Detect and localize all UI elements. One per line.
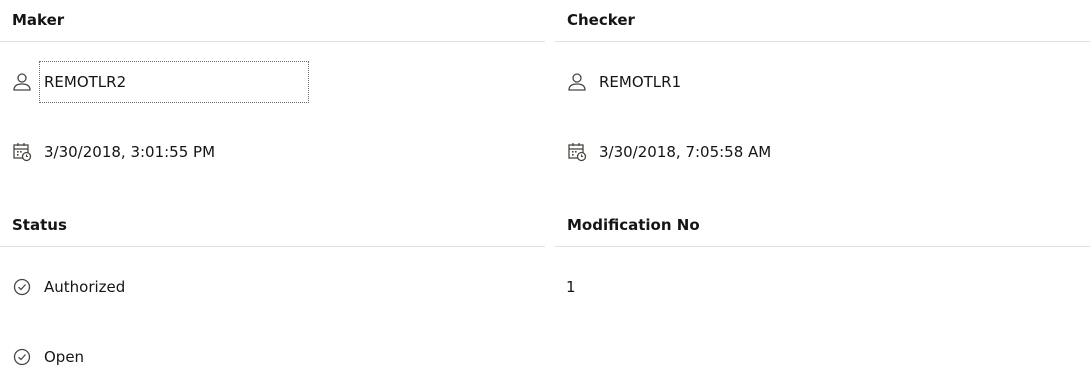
checker-timestamp: 3/30/2018, 7:05:58 AM: [599, 143, 772, 161]
checker-user-name: REMOTLR1: [599, 73, 682, 91]
status-label: Authorized: [44, 278, 126, 296]
status-item-open: Open: [10, 340, 84, 374]
maker-date-row: 3/30/2018, 3:01:55 PM: [10, 135, 215, 169]
maker-user-name: REMOTLR2: [44, 73, 127, 91]
maker-title: Maker: [12, 11, 65, 29]
modification-number: 1: [566, 278, 576, 296]
user-icon: [565, 70, 589, 94]
check-circle-icon: [10, 345, 34, 369]
checker-title: Checker: [567, 11, 635, 29]
maker-timestamp: 3/30/2018, 3:01:55 PM: [44, 143, 216, 161]
check-circle-icon: [10, 275, 34, 299]
checker-date-row: 3/30/2018, 7:05:58 AM: [565, 135, 771, 169]
modification-section: Modification No: [555, 205, 1090, 365]
maker-divider: [0, 41, 545, 42]
user-icon: [10, 70, 34, 94]
calendar-clock-icon: [10, 140, 34, 164]
modification-divider: [555, 246, 1090, 247]
checker-divider: [555, 41, 1090, 42]
maker-user-row[interactable]: REMOTLR2: [10, 65, 126, 99]
status-divider: [0, 246, 545, 247]
status-item-authorized: Authorized: [10, 270, 125, 304]
calendar-clock-icon: [565, 140, 589, 164]
modification-title: Modification No: [567, 216, 700, 234]
status-label: Open: [44, 348, 85, 366]
status-title: Status: [12, 216, 67, 234]
modification-value-row: 1: [566, 270, 576, 304]
checker-user-row: REMOTLR1: [565, 65, 681, 99]
